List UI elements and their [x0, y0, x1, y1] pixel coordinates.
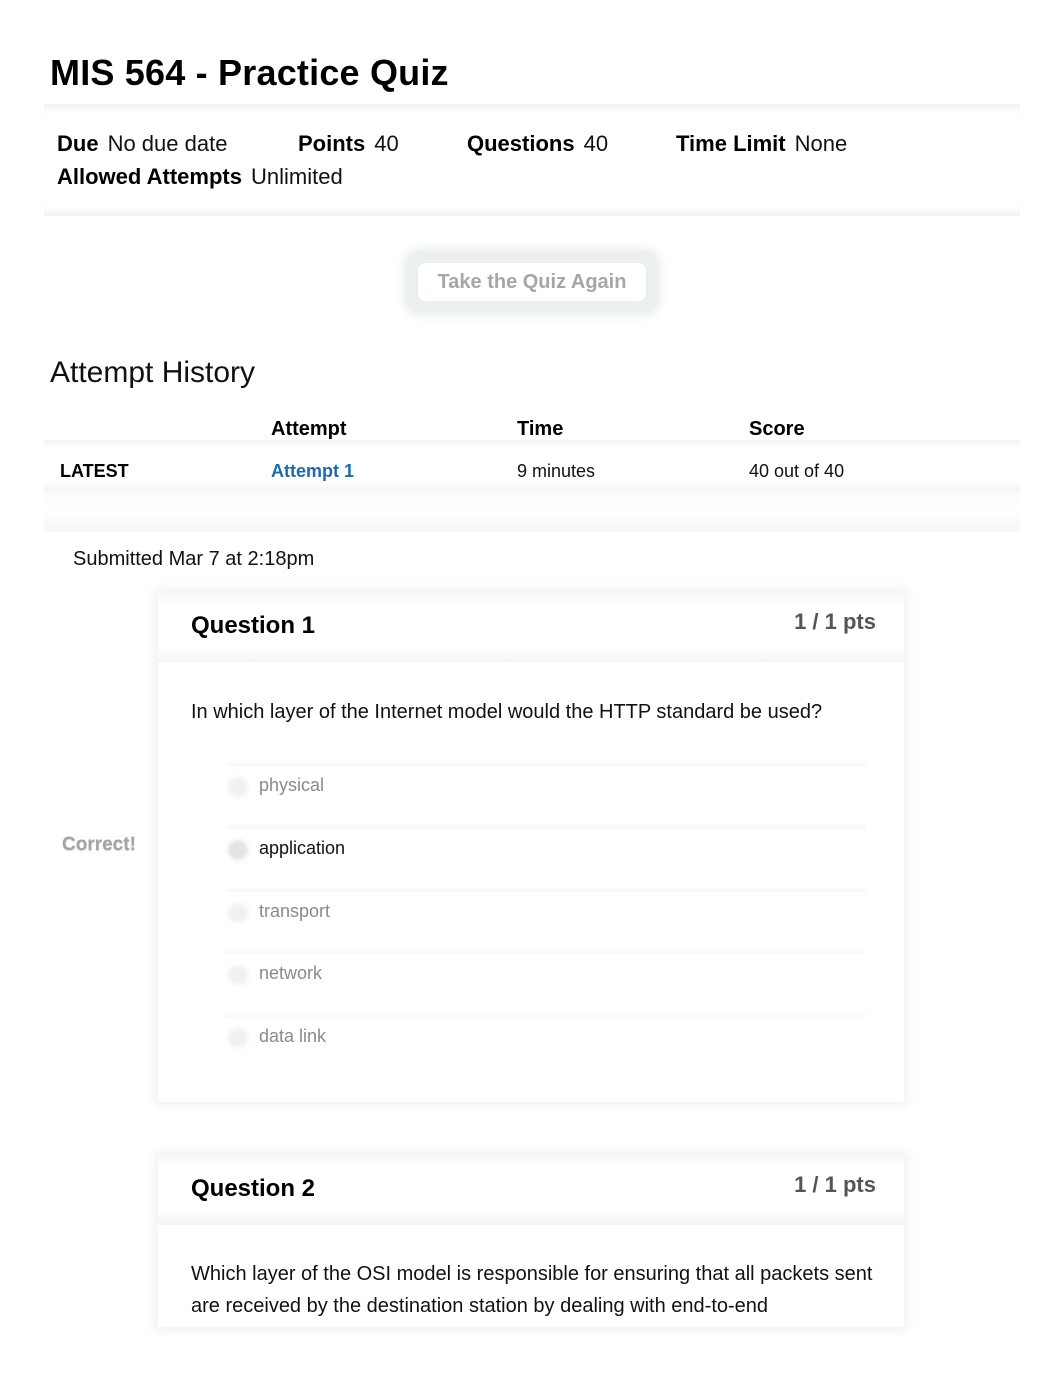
- question-points: 1 / 1 pts: [794, 609, 876, 634]
- attempt-time: 9 minutes: [517, 461, 596, 481]
- questions-label: Questions: [467, 131, 575, 156]
- radio-button-icon: [228, 965, 248, 985]
- answer-label: application: [259, 838, 346, 858]
- radio-button-selected-icon: [228, 840, 248, 860]
- correct-feedback-label: Correct!: [62, 834, 136, 855]
- points-label: Points: [298, 131, 366, 156]
- questions-value: 40: [583, 131, 609, 156]
- answer-label: physical: [259, 775, 325, 795]
- latest-tag: LATEST: [60, 461, 129, 481]
- allowed-attempts-value: Unlimited: [250, 164, 343, 189]
- due-info: Due No due date: [57, 131, 227, 157]
- radio-button-icon: [228, 903, 248, 923]
- attempt-1-link[interactable]: Attempt 1: [271, 461, 354, 482]
- radio-button-icon: [228, 777, 248, 797]
- answer-option: network: [226, 948, 866, 1002]
- radio-button-icon: [228, 1028, 248, 1048]
- answer-label: transport: [259, 901, 331, 921]
- answer-option: data link: [226, 1011, 866, 1065]
- column-header-time: Time: [517, 418, 564, 440]
- question-title: Question 2: [191, 1175, 316, 1202]
- answer-label: network: [259, 963, 323, 983]
- answer-label: data link: [259, 1026, 327, 1046]
- allowed-attempts-info: Allowed Attempts Unlimited: [57, 164, 343, 190]
- time-limit-info: Time Limit None: [676, 131, 847, 157]
- points-info: Points 40: [298, 131, 399, 157]
- points-value: 40: [374, 131, 399, 156]
- column-header-score: Score: [749, 418, 805, 440]
- due-label: Due: [57, 131, 99, 156]
- quiz-details: Due No due date Points 40 Questions 40 Time…: [44, 104, 1020, 216]
- page-title: MIS 564 - Practice Quiz: [50, 52, 449, 93]
- question-card-1: Question 1 1 / 1 pts In which layer of t…: [158, 592, 904, 1102]
- question-card-2: Question 2 1 / 1 pts Which layer of the …: [158, 1155, 904, 1327]
- question-text: In which layer of the Internet model wou…: [191, 701, 823, 723]
- take-quiz-again-button[interactable]: Take the Quiz Again: [418, 263, 646, 301]
- time-limit-label: Time Limit: [676, 131, 786, 156]
- answer-option: transport: [226, 886, 866, 940]
- questions-info: Questions 40: [467, 131, 608, 157]
- question-points: 1 / 1 pts: [794, 1172, 876, 1197]
- answer-option-selected: application: [226, 823, 866, 877]
- answer-option: physical: [226, 760, 866, 814]
- allowed-attempts-label: Allowed Attempts: [57, 164, 242, 189]
- column-header-attempt: Attempt: [271, 418, 347, 440]
- submitted-timestamp: Submitted Mar 7 at 2:18pm: [73, 548, 315, 570]
- question-title: Question 1: [191, 612, 316, 639]
- time-limit-value: None: [794, 131, 848, 156]
- attempt-history-title: Attempt History: [50, 356, 256, 389]
- due-value: No due date: [107, 131, 228, 156]
- attempt-score: 40 out of 40: [749, 461, 845, 481]
- question-text: Which layer of the OSI model is responsi…: [191, 1263, 873, 1317]
